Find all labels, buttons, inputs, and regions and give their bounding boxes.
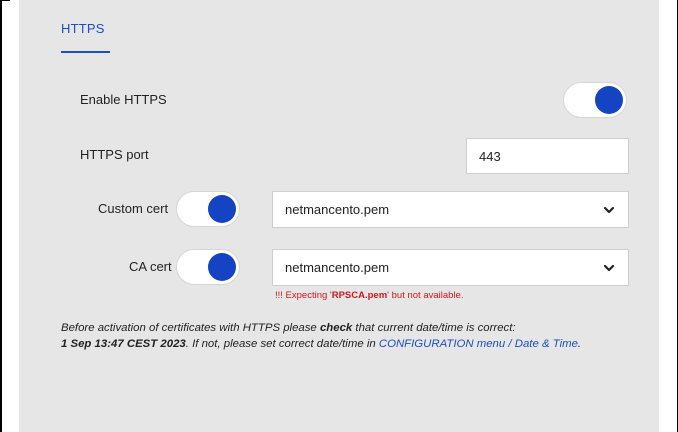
note-emphasis: check <box>319 322 353 334</box>
toggle-knob <box>208 195 236 223</box>
enable-https-toggle[interactable] <box>563 82 627 118</box>
https-port-input[interactable] <box>466 138 629 174</box>
warning-file: RPSCA.pem <box>331 290 388 301</box>
ca-cert-label: CA cert <box>129 259 172 274</box>
enable-https-label: Enable HTTPS <box>80 92 167 107</box>
custom-cert-select[interactable]: netmancento.pem <box>272 191 629 228</box>
window-frame-top <box>0 0 10 1</box>
date-time-config-link[interactable]: CONFIGURATION menu / Date & Time <box>379 338 578 350</box>
custom-cert-selected: netmancento.pem <box>285 202 390 217</box>
ca-cert-select[interactable]: netmancento.pem <box>272 249 629 286</box>
https-port-label: HTTPS port <box>80 147 149 162</box>
custom-cert-label: Custom cert <box>98 201 169 216</box>
ca-cert-selected: netmancento.pem <box>285 260 390 275</box>
warning-suffix: ' but not available. <box>387 290 464 301</box>
note-text: Before activation of certificates with H… <box>61 322 320 334</box>
chevron-down-icon <box>603 206 615 214</box>
toggle-knob <box>208 253 236 281</box>
toggle-knob <box>595 86 623 114</box>
certificate-note: Before activation of certificates with H… <box>61 320 621 352</box>
warning-prefix: !!! Expecting ' <box>275 290 332 301</box>
note-datetime: 1 Sep 13:47 CEST 2023 <box>61 338 186 350</box>
chevron-down-icon <box>603 264 615 272</box>
note-text: that current date/time is correct: <box>352 322 516 334</box>
note-text: . <box>577 338 582 350</box>
custom-cert-toggle[interactable] <box>176 191 240 227</box>
tab-active-indicator <box>61 51 110 53</box>
ca-cert-toggle[interactable] <box>176 249 240 285</box>
ca-cert-warning: !!! Expecting 'RPSCA.pem' but not availa… <box>275 290 463 301</box>
tab-https[interactable]: HTTPS <box>61 21 105 36</box>
window-frame-left <box>0 0 2 432</box>
note-text: . If not, please set correct date/time i… <box>185 338 379 350</box>
